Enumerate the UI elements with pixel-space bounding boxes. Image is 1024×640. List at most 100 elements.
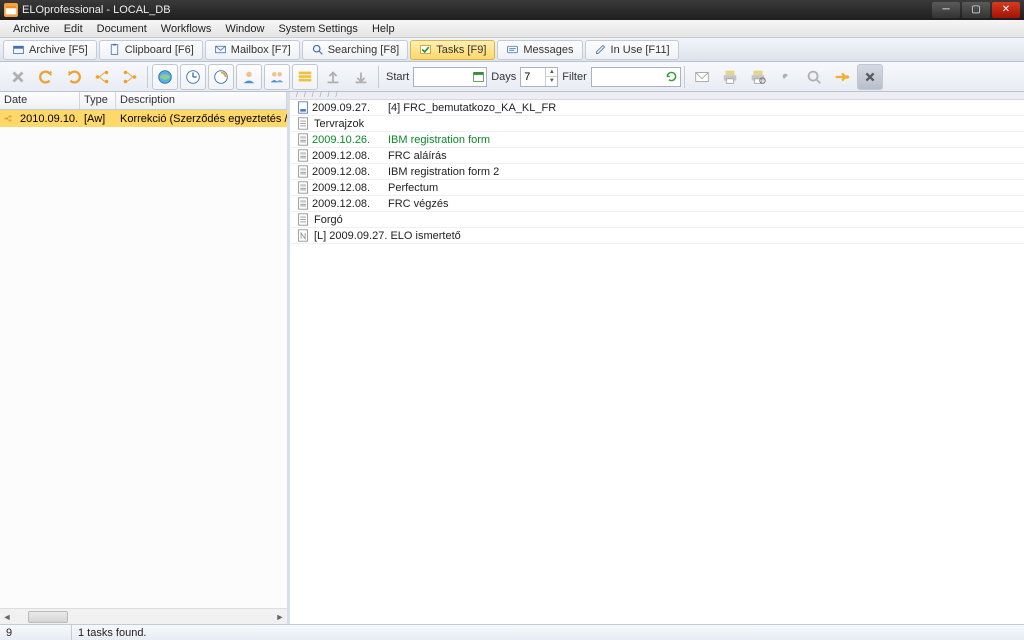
days-spinner[interactable]: ▲▼ — [520, 67, 558, 87]
task-desc: Korrekció (Szerződés egyeztetés / 4RC) — [116, 112, 287, 126]
menu-document[interactable]: Document — [90, 23, 154, 35]
separator — [684, 66, 685, 88]
task-row[interactable]: 2010.09.10. [Aw] Korrekció (Szerződés eg… — [0, 110, 287, 127]
app-icon — [4, 3, 18, 17]
delete-button[interactable] — [5, 64, 31, 90]
document-list-pane: / / / / / / 2009.09.27.[4] FRC_bemutatko… — [290, 92, 1024, 624]
refresh-icon[interactable] — [664, 70, 680, 83]
window-close-button[interactable]: ✕ — [992, 2, 1020, 18]
document-icon — [294, 133, 312, 146]
tab-messages[interactable]: Messages — [497, 40, 582, 60]
col-type[interactable]: Type — [80, 92, 116, 109]
clipboard-icon — [108, 43, 121, 56]
document-date: 2009.12.08. — [312, 166, 386, 178]
document-row[interactable]: Tervrajzok — [290, 116, 1024, 132]
forward-button[interactable] — [829, 64, 855, 90]
zoom-button[interactable] — [801, 64, 827, 90]
scroll-right-icon[interactable]: ► — [273, 612, 287, 622]
toolbar: Start Days ▲▼ Filter — [0, 62, 1024, 92]
status-message: 1 tasks found. — [72, 625, 1024, 640]
window-maximize-button[interactable]: ▢ — [962, 2, 990, 18]
upload-button[interactable] — [320, 64, 346, 90]
search-icon — [311, 43, 324, 56]
tab-archive[interactable]: Archive [F5] — [3, 40, 97, 60]
menu-bar: Archive Edit Document Workflows Window S… — [0, 20, 1024, 38]
spin-up-icon[interactable]: ▲ — [545, 68, 557, 78]
menu-workflows[interactable]: Workflows — [154, 23, 219, 35]
start-label: Start — [386, 71, 409, 83]
tab-inuse[interactable]: In Use [F11] — [585, 40, 679, 60]
mail-button[interactable] — [689, 64, 715, 90]
document-title: IBM registration form 2 — [386, 166, 1024, 178]
close-panel-button[interactable] — [857, 64, 883, 90]
document-row[interactable]: 2009.12.08.FRC végzés — [290, 196, 1024, 212]
filter-input[interactable] — [591, 67, 681, 87]
menu-system-settings[interactable]: System Settings — [271, 23, 364, 35]
document-row[interactable]: 2009.12.08.Perfectum — [290, 180, 1024, 196]
start-date-field[interactable] — [414, 71, 470, 83]
task-date: 2010.09.10. — [16, 112, 80, 126]
document-row[interactable]: [L] 2009.09.27. ELO ismertető — [290, 228, 1024, 244]
view-list-button[interactable] — [292, 64, 318, 90]
print-button[interactable] — [717, 64, 743, 90]
print-preview-button[interactable] — [745, 64, 771, 90]
view-recent-button[interactable] — [208, 64, 234, 90]
workflow-branch-button[interactable] — [117, 64, 143, 90]
task-rows: 2010.09.10. [Aw] Korrekció (Szerződés eg… — [0, 110, 287, 608]
view-tabs: Archive [F5] Clipboard [F6] Mailbox [F7]… — [0, 38, 1024, 62]
archive-icon — [12, 43, 25, 56]
download-button[interactable] — [348, 64, 374, 90]
view-user-button[interactable] — [236, 64, 262, 90]
workflow-start-button[interactable] — [89, 64, 115, 90]
menu-help[interactable]: Help — [365, 23, 402, 35]
main-area: Date Type Description 2010.09.10. [Aw] K… — [0, 92, 1024, 624]
spin-down-icon[interactable]: ▼ — [545, 77, 557, 86]
start-date-input[interactable] — [413, 67, 487, 87]
scroll-thumb[interactable] — [28, 611, 68, 623]
redo-button[interactable] — [61, 64, 87, 90]
status-count: 9 — [0, 625, 72, 640]
tab-tasks-label: Tasks [F9] — [436, 44, 486, 56]
pane-grip[interactable]: / / / / / / — [290, 92, 1024, 100]
tab-clipboard-label: Clipboard [F6] — [125, 44, 194, 56]
document-title: Forgó — [312, 214, 1024, 226]
menu-window[interactable]: Window — [218, 23, 271, 35]
document-rows: 2009.09.27.[4] FRC_bemutatkozo_KA_KL_FRT… — [290, 100, 1024, 624]
document-row[interactable]: 2009.12.08.FRC aláírás — [290, 148, 1024, 164]
document-row[interactable]: 2009.09.27.[4] FRC_bemutatkozo_KA_KL_FR — [290, 100, 1024, 116]
col-description[interactable]: Description — [116, 92, 287, 109]
mailbox-icon — [214, 43, 227, 56]
days-field[interactable] — [521, 68, 545, 86]
window-minimize-button[interactable]: ─ — [932, 2, 960, 18]
tab-inuse-label: In Use [F11] — [611, 44, 670, 56]
pencil-icon — [594, 43, 607, 56]
tab-clipboard[interactable]: Clipboard [F6] — [99, 40, 203, 60]
document-title: Perfectum — [386, 182, 1024, 194]
view-world-button[interactable] — [152, 64, 178, 90]
view-group-button[interactable] — [264, 64, 290, 90]
tab-tasks[interactable]: Tasks [F9] — [410, 40, 495, 60]
document-icon — [294, 101, 312, 114]
tab-searching[interactable]: Searching [F8] — [302, 40, 409, 60]
document-date: 2009.09.27. — [312, 102, 386, 114]
calendar-icon[interactable] — [470, 70, 486, 83]
filter-field[interactable] — [592, 71, 664, 83]
document-row[interactable]: 2009.10.26.IBM registration form — [290, 132, 1024, 148]
scroll-left-icon[interactable]: ◄ — [0, 612, 14, 622]
menu-edit[interactable]: Edit — [57, 23, 90, 35]
document-date: 2009.12.08. — [312, 182, 386, 194]
task-list-pane: Date Type Description 2010.09.10. [Aw] K… — [0, 92, 290, 624]
tab-mailbox[interactable]: Mailbox [F7] — [205, 40, 300, 60]
col-date[interactable]: Date — [0, 92, 80, 109]
document-row[interactable]: Forgó — [290, 212, 1024, 228]
document-date: 2009.12.08. — [312, 150, 386, 162]
undo-button[interactable] — [33, 64, 59, 90]
task-columns: Date Type Description — [0, 92, 287, 110]
tool-button[interactable] — [773, 64, 799, 90]
view-clock-button[interactable] — [180, 64, 206, 90]
document-row[interactable]: 2009.12.08.IBM registration form 2 — [290, 164, 1024, 180]
separator — [147, 66, 148, 88]
horizontal-scrollbar[interactable]: ◄ ► — [0, 608, 287, 624]
document-title: FRC végzés — [386, 198, 1024, 210]
menu-archive[interactable]: Archive — [6, 23, 57, 35]
